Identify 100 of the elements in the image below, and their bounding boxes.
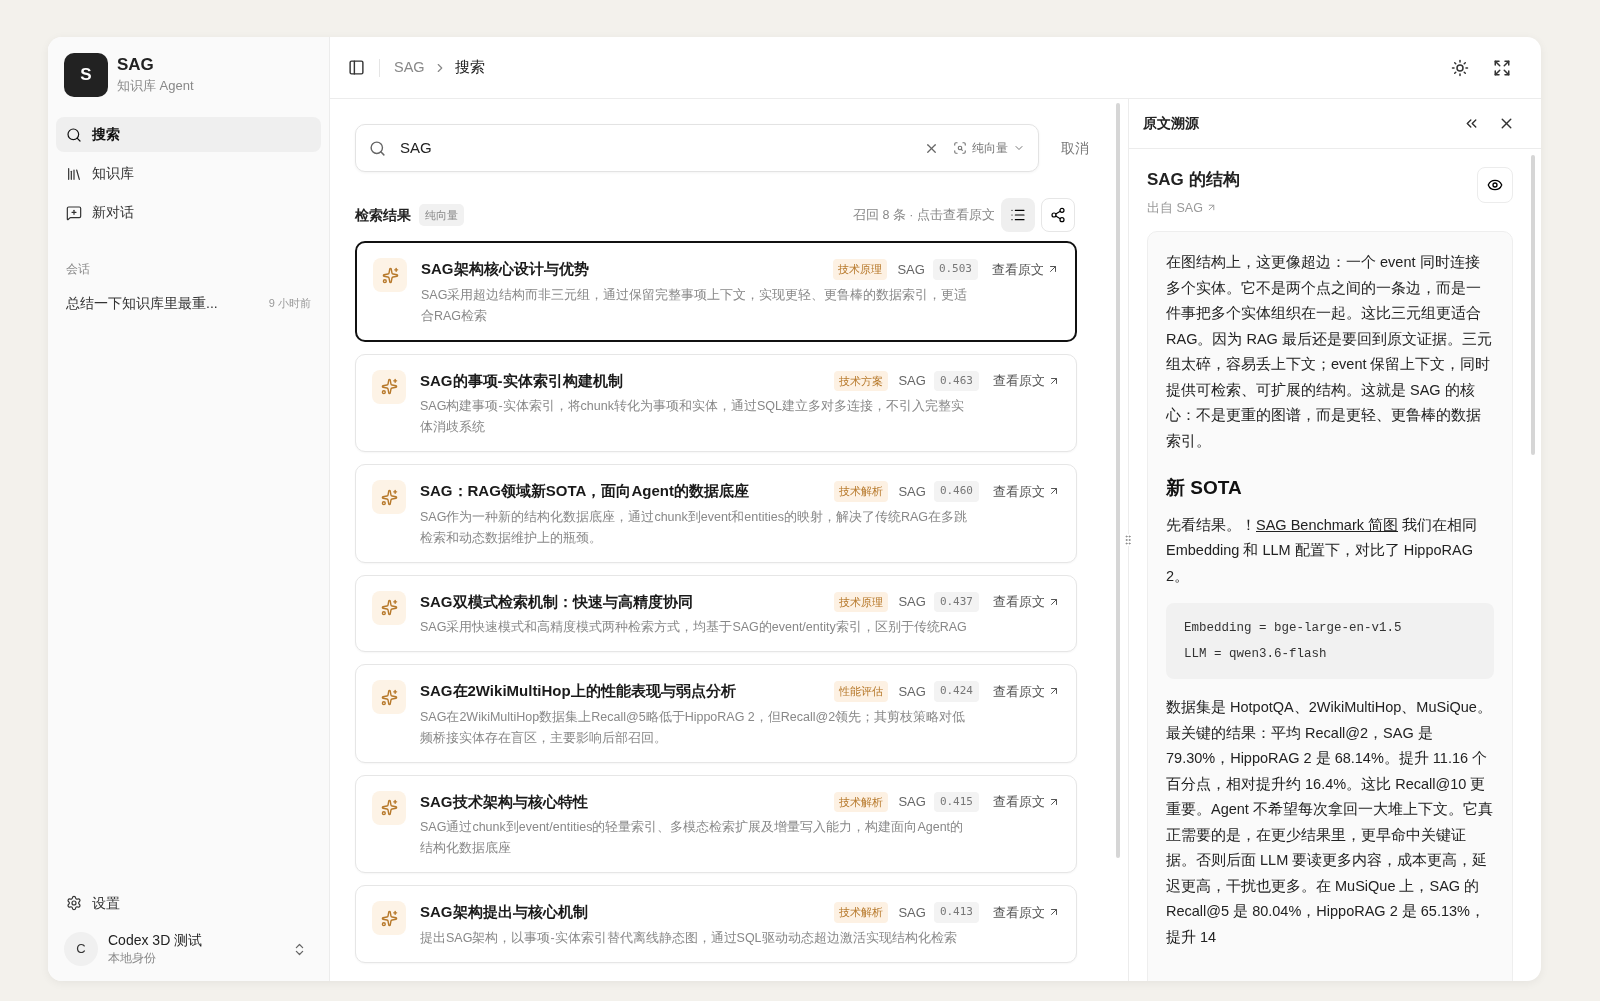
benchmark-link[interactable]: SAG Benchmark 简图 — [1256, 516, 1398, 533]
brand-name: SAG — [117, 54, 155, 77]
settings-icon — [66, 895, 82, 911]
result-card[interactable]: SAG架构提出与核心机制 技术解析 SAG 0.413 查看原文 提出SAG架构，以事项-实体索引替代离线静态图，通过SQL驱动动态超边激活实现结构化检索 — [355, 885, 1077, 963]
view-source-link[interactable]: 查看原文 — [993, 902, 1060, 922]
result-card[interactable]: SAG在2WikiMultiHop上的性能表现与弱点分析 性能评估 SAG 0.424 查看原文 SAG在2WikiMultiHop数据集上Recall@5略低于HippoRAG 2，但Recall@2领先；其剪枝策略对低频桥接实体存在盲区，主要影响后部召回。 — [355, 664, 1077, 763]
view-source-link[interactable]: 查看原文 — [993, 371, 1060, 391]
session-item[interactable]: 总结一下知识库里最重... 9 小时前 — [56, 288, 321, 318]
result-score: 0.503 — [932, 259, 978, 280]
result-tag: 技术解析 — [834, 791, 889, 812]
sparkle-icon — [381, 266, 399, 284]
result-summary: SAG作为一种新的结构化数据底座，通过chunk到event和entities的映射，解决了传统RAG在多跳检索和动态数据维护上的瓶颈。 — [420, 508, 969, 547]
result-title: SAG技术架构与核心特性 — [420, 791, 589, 812]
result-summary: SAG在2WikiMultiHop数据集上Recall@5略低于HippoRAG 2，但Recall@2领先；其剪枝策略对低频桥接实体存在盲区，主要影响后部召回。 — [420, 708, 967, 747]
result-score: 0.424 — [933, 681, 979, 702]
result-tag: 技术解析 — [834, 481, 889, 502]
result-score: 0.413 — [933, 902, 979, 923]
scrollbar[interactable] — [1116, 103, 1120, 858]
result-tag: 性能评估 — [834, 681, 889, 702]
view-source-link[interactable]: 查看原文 — [993, 792, 1060, 812]
result-source: SAG — [898, 372, 926, 390]
result-score: 0.437 — [933, 591, 979, 612]
result-source: SAG — [898, 593, 926, 611]
scan-icon — [953, 141, 967, 155]
result-tag: 技术原理 — [834, 591, 889, 612]
result-tag: 技术解析 — [834, 902, 889, 923]
sparkle-icon — [380, 909, 398, 927]
result-score: 0.415 — [933, 791, 979, 812]
document-paragraph: 数据集是 HotpotQA、2WikiMultiHop、MuSiQue。最关键的结果：平均 Recall@2，SAG 是 79.30%，HippoRAG 2 是 68.14%。提升 11.16 个百分点，相对提升约 16.4%。这比 Recall@10 更重要。Agent 不希望每次拿回一大堆上下文。它真正需要的是，在更少结果里，更早命中关键证据。否则后面 LLM 要读更多内容，成本更高，延迟更高，干扰也更多。在 MuSiQue 上，SAG 的 Recall@5 是 80.04%，HippoRAG 2 是 65.13%，提升 14 — [1166, 698, 1494, 947]
result-score: 0.460 — [933, 481, 979, 502]
result-source: SAG — [897, 260, 925, 279]
result-tag: 技术方案 — [834, 370, 889, 391]
view-source-link[interactable]: 查看原文 — [993, 681, 1060, 701]
sidebar-toggle-icon[interactable] — [348, 59, 365, 76]
nav-item[interactable]: 新对话 — [56, 195, 321, 230]
brand-subtitle: 知识库 Agent — [117, 77, 194, 96]
breadcrumb-item[interactable]: SAG — [394, 56, 425, 79]
brand-logo: S — [64, 53, 108, 97]
session-title: 总结一下知识库里最重... — [66, 293, 218, 313]
result-summary: SAG构建事项-实体索引，将chunk转化为事项和实体，通过SQL建立多对多连接，不引入完整实体消歧系统 — [420, 398, 965, 436]
document-paragraph: 先看结果。！SAG Benchmark 简图 我们在相同 Embedding 和 LLM 配置下，对比了 HippoRAG 2。 — [1166, 515, 1479, 586]
scrollbar[interactable] — [1531, 155, 1535, 455]
result-card[interactable]: SAG双模式检索机制：快速与高精度协同 技术原理 SAG 0.437 查看原文 SAG采用快速模式和高精度模式两种检索方式，均基于SAG的event/entity索引，区别于传统RAG — [355, 574, 1077, 652]
view-source-link[interactable]: 查看原文 — [993, 481, 1060, 501]
document-heading: 新 SOTA — [1166, 476, 1243, 501]
results-summary: 召回 8 条 · 点击查看原文 — [853, 206, 995, 224]
library-icon — [66, 165, 82, 182]
chat-icon — [66, 204, 82, 221]
document-paragraph: 在图结构上，这更像超边：一个 event 同时连接多个实体。它不是两个点之间的一条边，而是一件事把多个实体组织在一起。这比三元组更适合 RAG。因为 RAG 最后还是要回到原文证据。三元组太碎，容易丢上下文；event 保留上下文，同时提供可检索、可扩展的结构。这就是 SAG 的核心：不是更重的图谱，而是更轻、更鲁棒的数据索引。 — [1166, 253, 1493, 451]
result-title: SAG双模式检索机制：快速与高精度协同 — [420, 591, 694, 612]
resize-handle-icon[interactable] — [1122, 534, 1134, 546]
sparkle-icon — [380, 488, 398, 506]
search-value: SAG — [400, 137, 433, 158]
mode-dropdown[interactable]: 纯向量 — [953, 139, 1025, 157]
result-card[interactable]: SAG架构核心设计与优势 技术原理 SAG 0.503 查看原文 SAG采用超边结构而非三元组，通过保留完整事项上下文，实现更轻、更鲁棒的数据索引，更适合RAG检索 — [355, 241, 1077, 342]
user-name: Codex 3D 测试 — [108, 931, 204, 949]
result-summary: SAG采用快速模式和高精度模式两种检索方式，均基于SAG的event/entity索引，区别于传统RAG — [420, 619, 968, 636]
nav-item[interactable]: 知识库 — [56, 156, 321, 191]
settings-item[interactable]: 设置 — [56, 887, 321, 919]
result-summary: 提出SAG架构，以事项-实体索引替代离线静态图，通过SQL驱动动态超边激活实现结构化检索 — [420, 929, 958, 947]
mode-badge: 纯向量 — [419, 203, 464, 227]
result-card[interactable]: SAG技术架构与核心特性 技术解析 SAG 0.415 查看原文 SAG通过chunk到event/entities的轻量索引、多模态检索扩展及增量写入能力，构建面向Agent的结构化数据底座 — [355, 774, 1077, 873]
breadcrumb-item: 搜索 — [454, 57, 485, 77]
result-card[interactable]: SAG的事项-实体索引构建机制 技术方案 SAG 0.463 查看原文 SAG构建事项-实体索引，将chunk转化为事项和实体，通过SQL建立多对多连接，不引入完整实体消歧系统 — [355, 353, 1077, 452]
fullscreen-icon[interactable] — [1493, 58, 1511, 77]
list-icon — [1010, 207, 1026, 223]
result-card[interactable]: SAG：RAG领域新SOTA，面向Agent的数据底座 技术解析 SAG 0.460 查看原文 SAG作为一种新的结构化数据底座，通过chunk到event和entities的映射，解决了传统RAG在多跳检索和动态数据维护上的瓶颈。 — [355, 464, 1077, 563]
result-source: SAG — [898, 793, 926, 811]
view-source-link[interactable]: 查看原文 — [992, 259, 1059, 279]
cancel-button[interactable]: 取消 — [1057, 137, 1093, 159]
eye-icon — [1487, 177, 1503, 193]
result-source: SAG — [898, 482, 926, 501]
user-subtitle: 本地身份 — [108, 950, 157, 967]
result-title: SAG在2WikiMultiHop上的性能表现与弱点分析 — [420, 681, 737, 701]
search-field[interactable]: SAG 纯向量 — [355, 124, 1039, 172]
sparkle-icon — [380, 688, 398, 706]
view-toggle[interactable] — [1001, 198, 1035, 232]
user-avatar: C — [64, 932, 98, 966]
search-icon — [66, 126, 82, 143]
graph-icon — [1050, 207, 1066, 223]
document-title: SAG 的结构 — [1147, 169, 1241, 191]
preview-button[interactable] — [1477, 167, 1513, 203]
result-title: SAG架构提出与核心机制 — [420, 902, 589, 922]
result-title: SAG架构核心设计与优势 — [421, 259, 590, 279]
result-summary: SAG通过chunk到event/entities的轻量索引、多模态检索扩展及增量写入能力，构建面向Agent的结构化数据底座 — [420, 819, 965, 857]
theme-icon[interactable] — [1451, 58, 1469, 77]
panel-title: 原文溯源 — [1143, 114, 1200, 133]
session-time: 9 小时前 — [268, 295, 311, 311]
result-title: SAG：RAG领域新SOTA，面向Agent的数据底座 — [420, 481, 750, 501]
results-title: 检索结果 — [355, 205, 411, 225]
result-score: 0.463 — [933, 370, 979, 391]
result-summary: SAG采用超边结构而非三元组，通过保留完整事项上下文，实现更轻、更鲁棒的数据索引，更适合RAG检索 — [421, 286, 969, 325]
result-title: SAG的事项-实体索引构建机制 — [420, 370, 624, 391]
sparkle-icon — [380, 599, 398, 616]
sparkle-icon — [380, 378, 398, 395]
result-source: SAG — [898, 903, 926, 922]
view-toggle[interactable] — [1041, 198, 1075, 232]
sparkle-icon — [380, 799, 398, 816]
nav-item[interactable]: 搜索 — [56, 117, 321, 152]
view-source-link[interactable]: 查看原文 — [993, 592, 1060, 612]
